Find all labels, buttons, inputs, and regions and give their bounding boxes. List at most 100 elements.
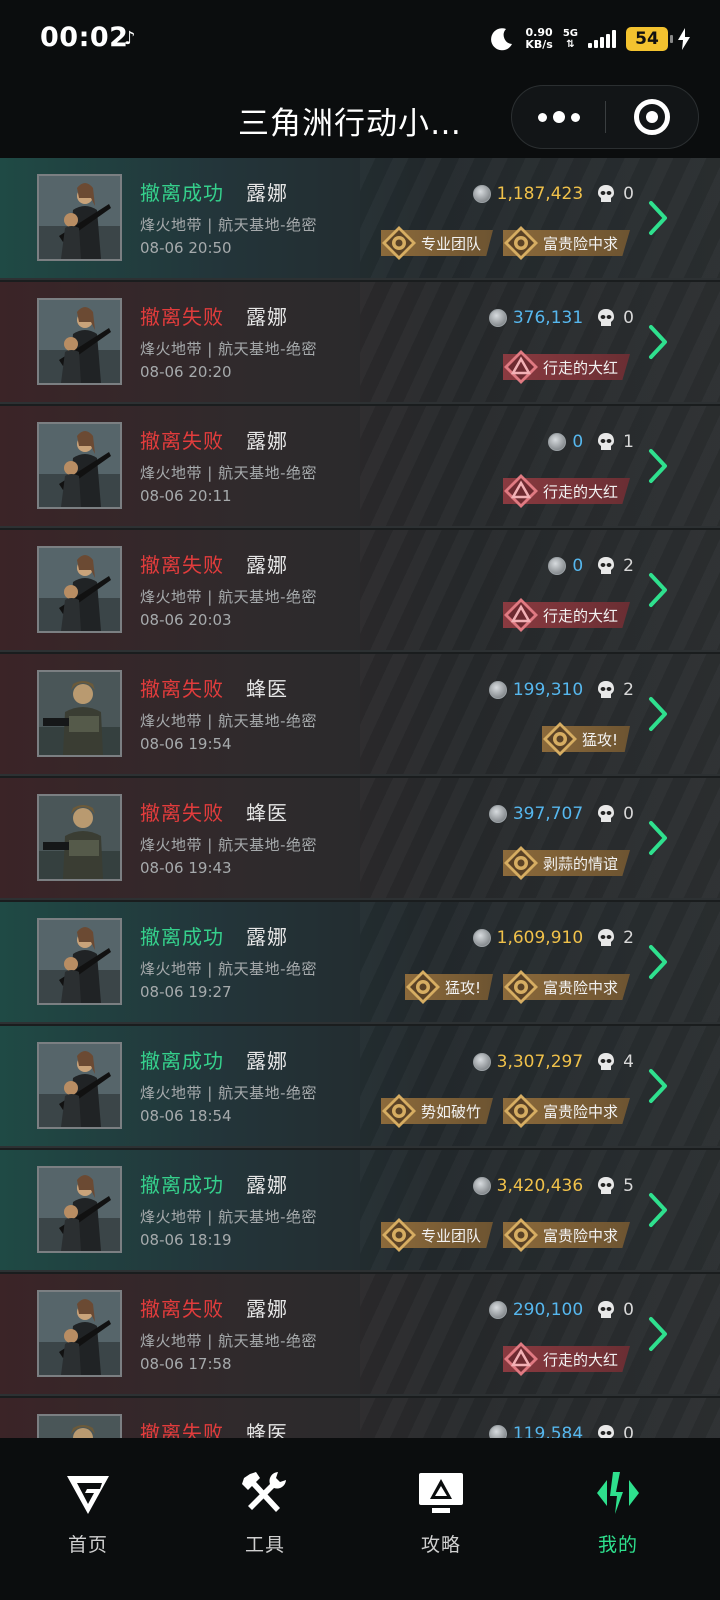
coin-icon — [488, 681, 507, 699]
kill-count: 2 — [623, 928, 634, 948]
map-mode: 烽火地带 | 航天基地-绝密 — [140, 464, 318, 482]
coin-icon — [472, 1053, 491, 1071]
character-avatar — [37, 918, 122, 1005]
nav-guide-label: 攻略 — [420, 1534, 461, 1556]
gold-medal-badge-icon — [503, 226, 538, 260]
character-name: 蜂医 — [246, 677, 288, 701]
extraction-result: 撤离成功 — [140, 1173, 224, 1197]
achievement-tag: 猛攻! — [541, 722, 630, 756]
record-row[interactable]: 撤离失败 露娜 烽火地带 | 航天基地-绝密 08-06 17:58 290,100 0 行… — [0, 1274, 720, 1396]
chevron-right-icon[interactable] — [648, 1192, 668, 1228]
red-medal-badge-icon — [503, 474, 538, 508]
kill-count: 4 — [623, 1052, 634, 1072]
luna-portrait-icon — [39, 1044, 120, 1127]
moon-icon — [491, 28, 513, 51]
medic-portrait-icon — [39, 796, 120, 879]
chevron-right-icon[interactable] — [648, 1316, 668, 1352]
extracted-value: 1,187,423 — [496, 184, 584, 204]
medic-portrait-icon — [39, 672, 120, 755]
character-avatar — [37, 670, 122, 757]
chevron-right-icon[interactable] — [648, 696, 668, 732]
gold-medal-badge-icon — [503, 846, 538, 880]
kill-count: 5 — [623, 1176, 634, 1196]
gold-medal-badge-icon — [503, 1218, 538, 1252]
record-row[interactable]: 撤离失败 蜂医 119,584 0 — [0, 1398, 720, 1438]
target-circle-icon — [633, 99, 670, 135]
nav-mine[interactable]: 我的 — [558, 1468, 678, 1568]
extraction-result: 撤离失败 — [140, 305, 224, 329]
record-row[interactable]: 撤离成功 露娜 烽火地带 | 航天基地-绝密 08-06 18:54 3,307,297… — [0, 1026, 720, 1148]
chevron-right-icon[interactable] — [648, 1068, 668, 1104]
extracted-value: 3,307,297 — [496, 1052, 584, 1072]
red-medal-badge-icon — [503, 1342, 538, 1376]
nav-home-label: 首页 — [67, 1534, 108, 1556]
chevron-right-icon[interactable] — [648, 572, 668, 608]
record-stats: 02 — [548, 554, 634, 578]
guide-monitor-icon — [419, 1473, 463, 1513]
extraction-result: 撤离失败 — [140, 553, 224, 577]
record-row[interactable]: 撤离失败 露娜 烽火地带 | 航天基地-绝密 08-06 20:03 0 2 行走的大红 — [0, 530, 720, 652]
coin-icon — [488, 1425, 507, 1438]
extraction-result: 撤离失败 — [140, 801, 224, 825]
luna-portrait-icon — [39, 920, 120, 1003]
close-mini-program-button[interactable] — [606, 85, 698, 149]
network-type: 5G ⇅ — [563, 28, 578, 50]
match-time: 08-06 20:11 — [140, 487, 232, 505]
extracted-value: 119,584 — [512, 1424, 584, 1438]
chevron-right-icon[interactable] — [648, 448, 668, 484]
map-mode: 烽火地带 | 航天基地-绝密 — [140, 960, 318, 978]
nav-mine-label: 我的 — [597, 1534, 638, 1556]
extraction-result: 撤离失败 — [140, 677, 224, 701]
character-name: 蜂医 — [246, 1421, 288, 1438]
character-avatar — [37, 174, 122, 261]
character-avatar — [37, 794, 122, 881]
charging-icon — [678, 28, 690, 50]
nav-tools[interactable]: 工具 — [205, 1468, 325, 1568]
more-button[interactable] — [512, 85, 605, 149]
extraction-result: 撤离失败 — [140, 429, 224, 453]
coin-icon — [548, 433, 567, 451]
record-row[interactable]: 撤离失败 露娜 烽火地带 | 航天基地-绝密 08-06 20:11 0 1 行走的大红 — [0, 406, 720, 528]
record-stats: 1,609,910 2 — [472, 926, 634, 950]
map-mode: 烽火地带 | 航天基地-绝密 — [140, 1332, 318, 1350]
record-row[interactable]: 撤离失败 蜂医 烽火地带 | 航天基地-绝密 08-06 19:43 397,707 0 剥… — [0, 778, 720, 900]
chevron-right-icon[interactable] — [648, 324, 668, 360]
character-name: 露娜 — [246, 181, 288, 205]
coin-icon — [488, 309, 507, 327]
kill-count: 2 — [623, 680, 634, 700]
map-mode: 烽火地带 | 航天基地-绝密 — [140, 712, 318, 730]
chevron-right-icon[interactable] — [648, 944, 668, 980]
extracted-value: 199,310 — [512, 680, 584, 700]
record-row[interactable]: 撤离失败 蜂医 烽火地带 | 航天基地-绝密 08-06 19:54 199,310 2 猛… — [0, 654, 720, 776]
match-time: 08-06 20:03 — [140, 611, 232, 629]
more-dot-icon — [570, 112, 580, 122]
match-record-list[interactable]: 撤离成功 露娜 烽火地带 | 航天基地-绝密 08-06 20:50 1,187,423… — [0, 158, 720, 1438]
chevron-right-icon[interactable] — [648, 200, 668, 236]
record-row[interactable]: 撤离失败 露娜 烽火地带 | 航天基地-绝密 08-06 20:20 376,131 0 行… — [0, 282, 720, 404]
extraction-result: 撤离失败 — [140, 1297, 224, 1321]
data-arrows-icon: ⇅ — [566, 39, 575, 50]
nav-guide[interactable]: 攻略 — [381, 1468, 501, 1568]
record-row[interactable]: 撤离成功 露娜 烽火地带 | 航天基地-绝密 08-06 20:50 1,187,423… — [0, 158, 720, 280]
extracted-value: 0 — [572, 556, 584, 576]
home-logo-icon — [67, 1476, 109, 1514]
achievement-tag: 富贵险中求 — [502, 1094, 630, 1128]
character-avatar — [37, 1290, 122, 1377]
achievement-tag: 行走的大红 — [502, 1342, 630, 1376]
kill-count: 1 — [623, 432, 634, 452]
record-row[interactable]: 撤离成功 露娜 烽火地带 | 航天基地-绝密 08-06 18:19 3,420,436… — [0, 1150, 720, 1272]
record-stats: 397,707 0 — [488, 802, 634, 826]
red-medal-badge-icon — [503, 598, 538, 632]
chevron-right-icon[interactable] — [648, 820, 668, 856]
achievement-tag: 行走的大红 — [502, 598, 630, 632]
extraction-result: 撤离失败 — [140, 1421, 224, 1438]
record-stats: 1,187,423 0 — [472, 182, 634, 206]
extracted-value: 376,131 — [512, 308, 584, 328]
coin-icon — [488, 805, 507, 823]
record-row[interactable]: 撤离成功 露娜 烽火地带 | 航天基地-绝密 08-06 19:27 1,609,910… — [0, 902, 720, 1024]
achievement-tags: 剥蒜的情谊 — [502, 846, 630, 880]
achievement-tags: 行走的大红 — [502, 598, 630, 632]
red-medal-badge-icon — [503, 350, 538, 384]
network-speed-unit: KB/s — [525, 38, 553, 51]
nav-home[interactable]: 首页 — [28, 1468, 148, 1568]
